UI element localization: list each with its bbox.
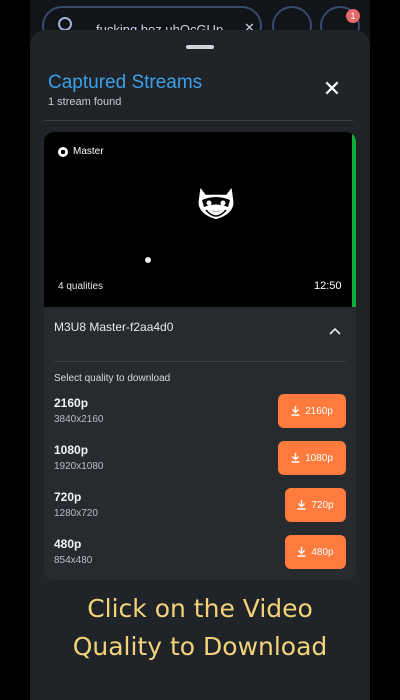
- quality-name: 2160p: [54, 396, 89, 410]
- stream-count: 1 stream found: [48, 96, 122, 108]
- download-icon: [291, 453, 300, 463]
- notification-badge: 1: [346, 9, 360, 23]
- quality-row-480p: 480p 854x480 480p: [54, 535, 346, 571]
- download-480p-button[interactable]: 480p: [285, 535, 346, 569]
- quality-resolution: 1920x1080: [54, 461, 104, 472]
- quality-name: 720p: [54, 490, 82, 504]
- search-icon: [58, 17, 72, 31]
- download-720p-button[interactable]: 720p: [285, 488, 346, 522]
- download-button-label: 720p: [311, 499, 334, 511]
- stream-name: M3U8 Master-f2aa4d0: [54, 320, 174, 334]
- caption-line-1: Click on the Video: [87, 594, 313, 623]
- select-quality-label: Select quality to download: [54, 373, 171, 384]
- sheet-title: Captured Streams: [48, 72, 203, 93]
- download-icon: [291, 406, 300, 416]
- close-icon: ✕: [322, 76, 342, 101]
- quality-resolution: 3840x2160: [54, 414, 104, 425]
- download-icon: [297, 547, 306, 557]
- qualities-count: 4 qualities: [58, 281, 104, 292]
- download-2160p-button[interactable]: 2160p: [278, 394, 346, 428]
- master-icon: [58, 146, 68, 157]
- download-button-label: 2160p: [305, 405, 333, 417]
- close-button[interactable]: ✕: [320, 78, 344, 102]
- active-indicator: [352, 132, 356, 307]
- video-duration: 12:50: [314, 280, 342, 292]
- master-chip: Master: [58, 146, 104, 157]
- quality-name: 480p: [54, 537, 82, 551]
- download-1080p-button[interactable]: 1080p: [278, 441, 346, 475]
- quality-resolution: 1280x720: [54, 508, 98, 519]
- stream-card: Master 4 qualities 12:50 M3U8 Master-f2a…: [44, 132, 356, 580]
- caption-line-2: Quality to Download: [72, 632, 328, 661]
- chevron-up-icon[interactable]: [328, 324, 342, 338]
- quality-row-720p: 720p 1280x720 720p: [54, 488, 346, 524]
- drag-handle[interactable]: [186, 45, 214, 49]
- download-icon: [297, 500, 306, 510]
- divider: [44, 120, 353, 121]
- video-thumbnail[interactable]: Master 4 qualities 12:50: [44, 132, 352, 307]
- divider: [54, 361, 346, 362]
- instruction-caption: Click on the Video Quality to Download: [0, 590, 400, 666]
- quality-row-2160p: 2160p 3840x2160 2160p: [54, 394, 346, 430]
- video-cursor-dot: [145, 257, 151, 263]
- quality-row-1080p: 1080p 1920x1080 1080p: [54, 441, 346, 477]
- quality-resolution: 854x480: [54, 555, 93, 566]
- master-label: Master: [73, 146, 104, 157]
- download-button-label: 480p: [311, 546, 334, 558]
- quality-name: 1080p: [54, 443, 89, 457]
- download-button-label: 1080p: [305, 452, 333, 464]
- raccoon-logo-icon: [197, 184, 235, 221]
